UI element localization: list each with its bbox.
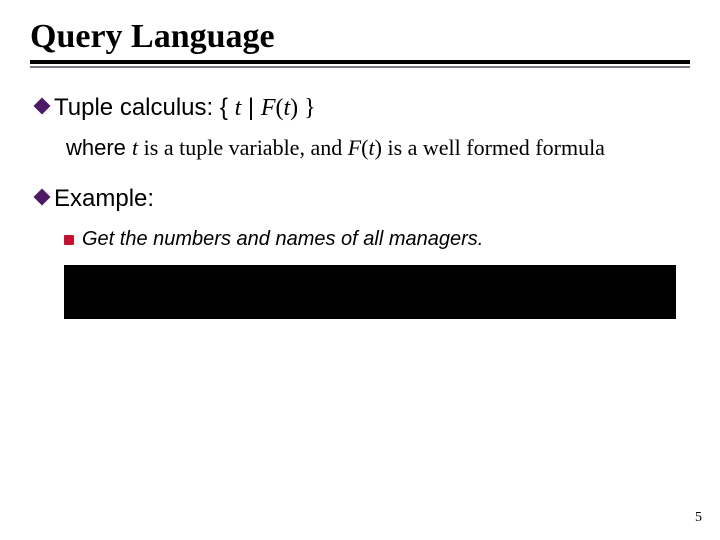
where-close: ) [375, 135, 382, 160]
bullet-example: Example: [36, 183, 690, 214]
example-label: Example: [54, 183, 154, 214]
where-mid: is a tuple variable, and [138, 135, 348, 160]
tuple-F: F [261, 95, 276, 121]
example-subtext: Get the numbers and names of all manager… [82, 228, 483, 251]
where-tail: is a well formed formula [382, 135, 605, 160]
where-F: F [348, 135, 361, 160]
slide-title: Query Language [30, 18, 690, 56]
example-subitem: Get the numbers and names of all manager… [64, 228, 690, 251]
page-number: 5 [695, 510, 702, 526]
tuple-sep: | [241, 94, 261, 121]
example-block: Example: Get the numbers and names of al… [36, 183, 690, 319]
rule-thin [30, 66, 690, 68]
slide-body: Tuple calculus: { t | F(t) } where t is … [30, 92, 690, 319]
bullet-tuple-text: Tuple calculus: { t | F(t) } [54, 92, 316, 124]
tuple-paren-close: ) } [290, 95, 316, 121]
where-word: where [66, 135, 132, 160]
where-paren: ( [361, 135, 368, 160]
rule-thick [30, 60, 690, 64]
bullet-tuple-calculus: Tuple calculus: { t | F(t) } [36, 92, 690, 124]
where-line: where t is a tuple variable, and F(t) is… [66, 134, 690, 163]
redacted-answer-box [64, 265, 676, 319]
square-bullet-icon [64, 235, 74, 245]
tuple-label: calculus: { [113, 94, 234, 121]
diamond-bullet-icon [34, 188, 51, 205]
slide-root: Query Language Tuple calculus: { t | F(t… [0, 0, 720, 540]
title-rule [30, 60, 690, 68]
diamond-bullet-icon [34, 98, 51, 115]
tuple-lead: Tuple [54, 94, 113, 121]
